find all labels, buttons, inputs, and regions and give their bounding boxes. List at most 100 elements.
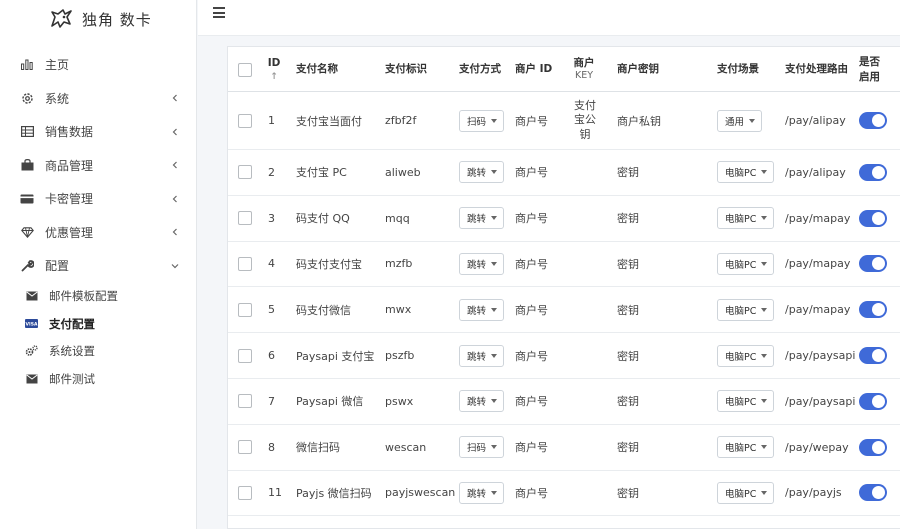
scene-select[interactable]: 电脑PC bbox=[717, 390, 775, 413]
sidebar-subitem-email-test[interactable]: 邮件测试 bbox=[0, 365, 196, 393]
row-checkbox[interactable] bbox=[238, 348, 252, 363]
caret-down-icon bbox=[761, 353, 768, 358]
column-header-id[interactable]: ID ↑ bbox=[266, 47, 282, 92]
enabled-toggle[interactable] bbox=[859, 392, 887, 410]
enabled-toggle[interactable] bbox=[859, 347, 887, 365]
cell-route: /pay/paysapi bbox=[785, 394, 856, 408]
select-all-checkbox[interactable] bbox=[238, 47, 252, 92]
cell-merchant-secret: 密钥 bbox=[617, 486, 639, 500]
sidebar-item-sales-data[interactable]: 销售数据 bbox=[0, 115, 196, 149]
scene-select[interactable]: 电脑PC bbox=[717, 436, 775, 459]
unicorn-logo-icon bbox=[51, 9, 72, 28]
sidebar-subitem-email-template[interactable]: 邮件模板配置 bbox=[0, 283, 196, 311]
sidebar-item-config[interactable]: 配置 bbox=[0, 249, 196, 283]
sort-arrow-icon[interactable]: ↑ bbox=[270, 71, 278, 83]
sidebar-subitem-payment-config[interactable]: VISA 支付配置 bbox=[0, 310, 196, 338]
method-select[interactable]: 跳转 bbox=[459, 481, 505, 504]
caret-down-icon bbox=[491, 490, 498, 495]
cell-merchant-secret: 密钥 bbox=[617, 441, 639, 455]
row-checkbox[interactable] bbox=[238, 440, 252, 455]
bar-chart-icon bbox=[20, 58, 34, 72]
row-checkbox[interactable] bbox=[238, 485, 252, 500]
hamburger-icon[interactable] bbox=[213, 7, 225, 19]
enabled-toggle[interactable] bbox=[859, 484, 887, 502]
sidebar-menu: 主页 系统 销售数据 商品管理 卡密管理 优惠管理 配置 邮件模板配置 VISA… bbox=[0, 48, 196, 393]
method-select[interactable]: 跳转 bbox=[459, 298, 505, 321]
shopping-bag-icon bbox=[20, 158, 34, 172]
method-select[interactable]: 扫码 bbox=[459, 436, 505, 459]
gear-icon bbox=[20, 91, 34, 105]
cell-name: 码支付支付宝 bbox=[296, 257, 362, 271]
cell-code: mwx bbox=[385, 303, 412, 317]
scene-select[interactable]: 电脑PC bbox=[717, 252, 775, 275]
sidebar-item-products[interactable]: 商品管理 bbox=[0, 149, 196, 183]
row-checkbox[interactable] bbox=[238, 165, 252, 180]
cogs-icon bbox=[25, 345, 38, 357]
row-checkbox[interactable] bbox=[238, 302, 252, 317]
cell-name: Paysapi 支付宝 bbox=[296, 349, 375, 363]
row-checkbox[interactable] bbox=[238, 113, 252, 128]
cell-merchant-id: 商户号 bbox=[515, 349, 548, 363]
enabled-toggle[interactable] bbox=[859, 112, 887, 129]
cell-merchant-secret: 密钥 bbox=[617, 166, 639, 180]
scene-select[interactable]: 电脑PC bbox=[717, 344, 775, 367]
scene-select[interactable]: 电脑PC bbox=[717, 161, 775, 184]
method-select[interactable]: 跳转 bbox=[459, 252, 505, 275]
caret-down-icon bbox=[749, 118, 756, 123]
cell-route: /pay/alipay bbox=[785, 114, 846, 127]
sidebar-item-card-keys[interactable]: 卡密管理 bbox=[0, 182, 196, 216]
caret-down-icon bbox=[491, 307, 498, 312]
cell-id: 11 bbox=[268, 486, 282, 500]
sidebar-item-label: 配置 bbox=[45, 259, 70, 274]
sidebar-item-discounts[interactable]: 优惠管理 bbox=[0, 216, 196, 250]
enabled-toggle[interactable] bbox=[859, 255, 887, 273]
cell-merchant-key bbox=[572, 287, 598, 332]
cell-name: 支付宝 PC bbox=[296, 166, 347, 180]
method-select[interactable]: 跳转 bbox=[459, 390, 505, 413]
enabled-toggle[interactable] bbox=[859, 301, 887, 319]
topbar bbox=[198, 0, 900, 36]
method-select[interactable]: 跳转 bbox=[459, 344, 505, 367]
envelope-icon bbox=[25, 290, 38, 302]
sidebar-subitem-label: 邮件测试 bbox=[49, 371, 95, 386]
svg-text:VISA: VISA bbox=[26, 322, 38, 328]
row-checkbox[interactable] bbox=[238, 256, 252, 271]
row-checkbox[interactable] bbox=[238, 211, 252, 226]
cell-merchant-secret: 密钥 bbox=[617, 303, 639, 317]
sidebar-subitem-system-settings[interactable]: 系统设置 bbox=[0, 338, 196, 366]
table-row: 5 码支付微信 mwx 跳转 商户号 密钥 电脑PC /pay/mapay bbox=[228, 287, 900, 334]
row-checkbox[interactable] bbox=[238, 394, 252, 409]
table-icon bbox=[20, 125, 34, 139]
scene-select[interactable]: 电脑PC bbox=[717, 298, 775, 321]
sidebar-item-label: 销售数据 bbox=[45, 125, 94, 140]
cell-id: 5 bbox=[268, 303, 275, 317]
cell-code: payjswescan bbox=[385, 486, 456, 500]
cell-merchant-key bbox=[572, 333, 598, 378]
cell-name: Paysapi 微信 bbox=[296, 395, 364, 409]
enabled-toggle[interactable] bbox=[859, 438, 887, 456]
cell-merchant-secret: 密钥 bbox=[617, 395, 639, 409]
sidebar-item-home[interactable]: 主页 bbox=[0, 48, 196, 82]
scene-select[interactable]: 通用 bbox=[717, 109, 763, 132]
method-select[interactable]: 跳转 bbox=[459, 207, 505, 230]
enabled-toggle[interactable] bbox=[859, 163, 887, 181]
caret-down-icon bbox=[491, 445, 498, 450]
method-select[interactable]: 跳转 bbox=[459, 161, 505, 184]
sidebar-item-label: 系统 bbox=[45, 91, 70, 106]
envelope-icon bbox=[25, 373, 38, 385]
cell-name: Payjs 微信扫码 bbox=[296, 486, 372, 500]
cell-name: 码支付微信 bbox=[296, 303, 351, 317]
enabled-toggle[interactable] bbox=[859, 209, 887, 227]
scene-select[interactable]: 电脑PC bbox=[717, 207, 775, 230]
method-select[interactable]: 扫码 bbox=[459, 109, 505, 132]
visa-card-icon: VISA bbox=[25, 318, 38, 330]
caret-down-icon bbox=[491, 170, 498, 175]
cell-id: 1 bbox=[268, 114, 275, 127]
cell-merchant-secret: 密钥 bbox=[617, 212, 639, 226]
table-row: 2 支付宝 PC aliweb 跳转 商户号 密钥 电脑PC /pay/alip… bbox=[228, 150, 900, 196]
brand[interactable]: 独角 数卡 bbox=[0, 0, 196, 38]
scene-select[interactable]: 电脑PC bbox=[717, 481, 775, 504]
column-header-merchant-secret: 商户密钥 bbox=[617, 63, 659, 76]
chevron-down-icon bbox=[171, 263, 179, 269]
sidebar-item-system[interactable]: 系统 bbox=[0, 82, 196, 116]
